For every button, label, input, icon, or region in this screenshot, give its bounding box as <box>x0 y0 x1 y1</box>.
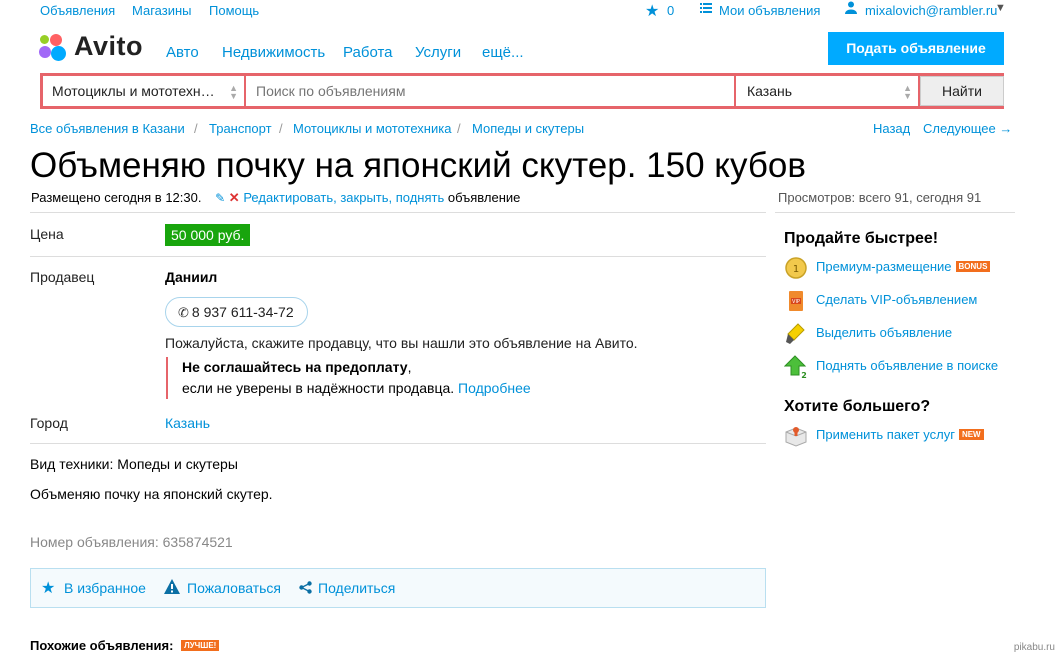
user-email-link[interactable]: mixalovich@rambler.ru <box>865 3 997 18</box>
top-bar: Объявления Магазины Помощь ★ 0 Мои объяв… <box>0 0 1063 22</box>
prepayment-warning: Не соглашайтесь на предоплату, если не у… <box>166 357 531 399</box>
want-more-heading: Хотите большего? <box>784 398 931 415</box>
nav-item-realty[interactable]: Недвижимость <box>222 44 325 61</box>
seller-name: Даниил <box>165 269 218 285</box>
logo-text: Avito <box>74 31 143 61</box>
package-link[interactable]: Применить пакет услуг <box>816 427 955 442</box>
nav-item-jobs[interactable]: Работа <box>343 44 393 61</box>
nav-item-auto[interactable]: Авто <box>166 44 199 61</box>
svg-text:VIP: VIP <box>792 299 800 305</box>
share-button[interactable]: Поделиться <box>318 580 395 596</box>
breadcrumb-separator: / <box>279 121 283 136</box>
posted-time: Размещено сегодня в 12:30. <box>31 190 202 205</box>
favorite-button[interactable]: В избранное <box>64 580 146 596</box>
vip-icon: VIP <box>789 291 803 311</box>
svg-text:2: 2 <box>801 371 807 379</box>
topbar-ads-link[interactable]: Объявления <box>40 3 115 18</box>
topbar-help-link[interactable]: Помощь <box>209 3 259 18</box>
highlighter-icon <box>786 323 805 344</box>
edit-ad-link[interactable]: Редактировать, закрыть, поднять <box>243 190 444 205</box>
price-label: Цена <box>30 226 64 242</box>
bonus-badge: BONUS <box>955 261 991 272</box>
vip-link[interactable]: Сделать VIP-объявлением <box>816 292 977 307</box>
posted-info: Размещено сегодня в 12:30. ✎ ✕ Редактиро… <box>31 190 520 206</box>
seller-label: Продавец <box>30 269 95 285</box>
breadcrumb-item[interactable]: Транспорт <box>209 121 272 136</box>
arrow-up-icon: 2 <box>784 355 807 379</box>
my-ads-link[interactable]: Мои объявления <box>719 3 820 18</box>
warning-text: если не уверены в надёжности продавца. <box>182 380 455 396</box>
divider <box>30 443 766 444</box>
search-bar: Мотоциклы и мототехн… ▲▼ Казань ▲▼ Найти <box>40 73 1004 109</box>
city-select[interactable]: Казань ▲ ▼ <box>738 76 920 106</box>
city-label: Город <box>30 415 68 431</box>
city-select-value: Казань <box>747 83 793 99</box>
ad-number: Номер объявления: 635874521 <box>30 534 233 550</box>
divider <box>30 256 766 257</box>
breadcrumb-item[interactable]: Мопеды и скутеры <box>472 121 584 136</box>
phone-button[interactable]: ✆ 8 937 611-34-72 <box>165 297 308 327</box>
watermark: pikabu.ru <box>1013 642 1055 653</box>
seller-notice: Пожалуйста, скажите продавцу, что вы наш… <box>165 335 638 351</box>
more-info-link[interactable]: Подробнее <box>458 380 531 396</box>
pencil-icon[interactable]: ✎ <box>215 191 225 205</box>
topbar-shops-link[interactable]: Магазины <box>132 3 192 18</box>
new-badge: NEW <box>958 429 984 440</box>
warning-icon[interactable] <box>164 579 180 597</box>
star-icon[interactable]: ★ <box>645 1 659 21</box>
favorites-count[interactable]: 0 <box>667 3 674 18</box>
package-icon <box>785 427 807 447</box>
similar-ads-heading: Похожие объявления: ЛУЧШЕ! <box>30 638 220 653</box>
phone-icon: ✆ <box>178 305 189 320</box>
user-dropdown-icon[interactable]: ▼ <box>995 2 1006 14</box>
price-badge: 50 000 руб. <box>165 224 251 246</box>
warning-comma: , <box>407 359 412 375</box>
premium-link[interactable]: Премиум-размещение <box>816 259 952 274</box>
breadcrumb-separator: / <box>194 121 198 136</box>
views-count: Просмотров: всего 91, сегодня 91 <box>778 190 982 205</box>
divider <box>775 212 1015 213</box>
report-button[interactable]: Пожаловаться <box>187 580 281 596</box>
close-icon[interactable]: ✕ <box>229 190 240 205</box>
nav-item-more[interactable]: ещё... <box>482 44 524 61</box>
category-select-value: Мотоциклы и мототехн… <box>52 83 215 99</box>
vehicle-type: Вид техники: Мопеды и скутеры <box>30 456 238 472</box>
highlight-link[interactable]: Выделить объявление <box>816 325 952 340</box>
breadcrumb-item[interactable]: Все объявления в Казани <box>30 121 185 136</box>
ad-description: Объменяю почку на японский скутер. <box>30 486 273 502</box>
search-button[interactable]: Найти <box>920 76 1004 106</box>
star-icon[interactable]: ★ <box>41 578 55 598</box>
similar-ads-title: Похожие объявления: <box>30 638 174 653</box>
select-arrows-icon: ▲ ▼ <box>903 83 912 101</box>
search-input[interactable] <box>246 76 736 106</box>
post-ad-button[interactable]: Подать объявление <box>828 32 1004 65</box>
nav-item-services[interactable]: Услуги <box>415 44 461 61</box>
ad-actions-bar: ★ В избранное Пожаловаться Поделиться <box>30 568 766 608</box>
logo-dots-icon <box>38 33 70 63</box>
next-link[interactable]: Следующее → <box>923 121 1012 136</box>
svg-text:1: 1 <box>793 264 799 275</box>
breadcrumb-separator: / <box>457 121 461 136</box>
back-link[interactable]: Назад <box>873 121 910 136</box>
user-icon <box>845 1 857 17</box>
breadcrumb-item[interactable]: Мотоциклы и мототехника <box>293 121 451 136</box>
best-badge: ЛУЧШЕ! <box>181 640 220 651</box>
share-icon[interactable] <box>299 581 312 597</box>
divider <box>30 212 766 213</box>
page-title: Объменяю почку на японский скутер. 150 к… <box>30 146 806 185</box>
edit-suffix: объявление <box>447 190 521 205</box>
list-icon <box>700 2 712 17</box>
city-link[interactable]: Казань <box>165 415 210 431</box>
phone-number: 8 937 611-34-72 <box>191 304 294 320</box>
sell-faster-heading: Продайте быстрее! <box>784 230 939 247</box>
coin-icon: 1 <box>785 257 807 279</box>
category-select[interactable]: Мотоциклы и мототехн… ▲ ▼ <box>43 76 246 106</box>
select-arrows-icon: ▲ ▼ <box>229 83 238 101</box>
raise-link[interactable]: Поднять объявление в поиске <box>816 358 998 373</box>
warning-title: Не соглашайтесь на предоплату <box>182 359 408 375</box>
